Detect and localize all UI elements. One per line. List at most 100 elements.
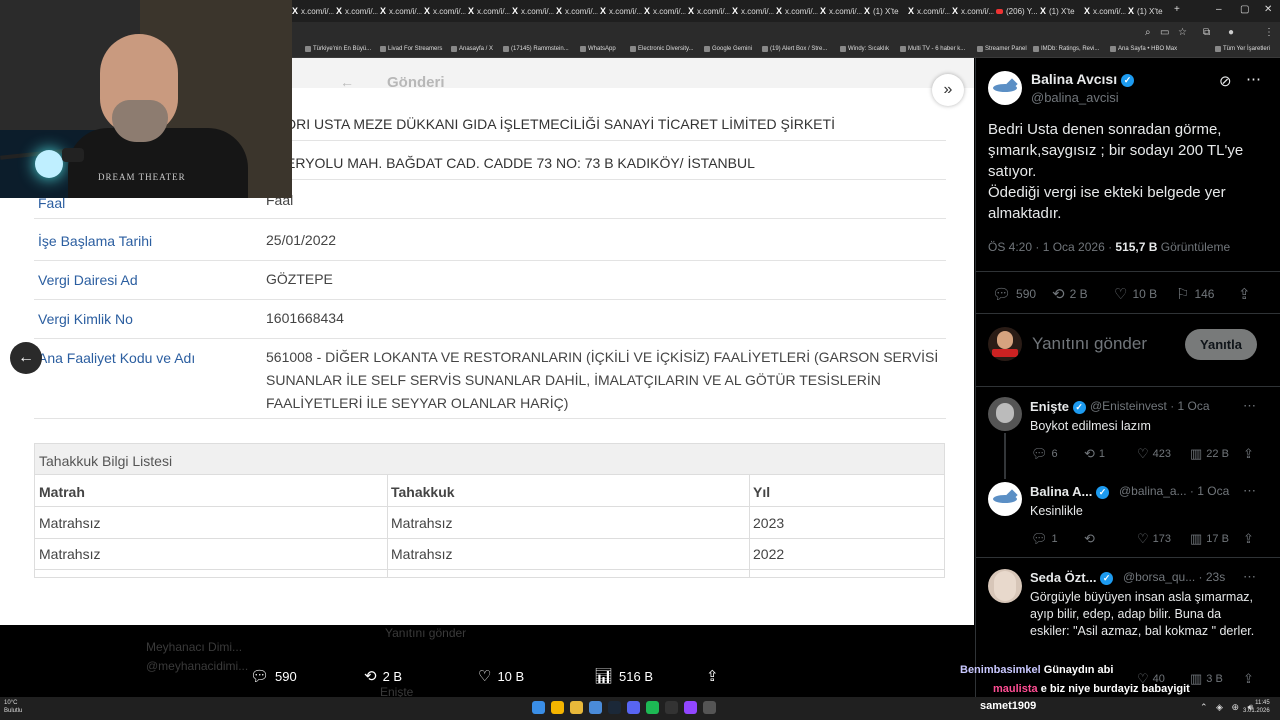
browser-tab[interactable]: X (1) X'te	[864, 4, 906, 18]
share-button[interactable]: ⇪	[1243, 671, 1254, 687]
reply-author[interactable]: Balina A... ✓	[1030, 484, 1109, 500]
reply-handle[interactable]: @Enisteinvest · 1 Oca	[1090, 399, 1210, 413]
discord-icon[interactable]	[627, 701, 640, 714]
browser-tab[interactable]: Xx.com/i/...	[952, 4, 994, 18]
like-button[interactable]: ♡ 10 B	[478, 667, 524, 685]
avatar[interactable]	[988, 397, 1022, 431]
chrome-icon[interactable]	[551, 701, 564, 714]
expand-panel-button[interactable]: »	[932, 74, 964, 106]
bookmark-button[interactable]: ⚐ 146	[1176, 285, 1214, 303]
browser-tab[interactable]: Xx.com/i/...	[424, 4, 466, 18]
menu-icon[interactable]: ⋮	[1264, 27, 1274, 38]
minimize-icon[interactable]: –	[1216, 4, 1222, 15]
author-handle[interactable]: @balina_avcisi	[1031, 90, 1119, 105]
reply-handle[interactable]: @balina_a... · 1 Oca	[1119, 484, 1229, 498]
reply-author[interactable]: Seda Özt... ✓	[1030, 570, 1114, 586]
obs-icon[interactable]	[703, 701, 716, 714]
repost-button[interactable]: ⟲ 2 B	[364, 667, 402, 685]
browser-tab[interactable]: Xx.com/i/...	[1084, 4, 1126, 18]
share-button[interactable]: ⇪	[706, 667, 719, 685]
share-button[interactable]: ⇪	[1243, 446, 1254, 462]
reply-button[interactable]: 💬︎ 590	[992, 285, 1036, 303]
like-button[interactable]: ♡ 10 B	[1114, 285, 1157, 303]
weather-widget[interactable]: 10°C Bulutlu	[4, 699, 22, 715]
repost-button[interactable]: ⟲ 1	[1084, 446, 1105, 462]
post-time[interactable]: ÖS 4:20 · 1 Oca 2026 ·	[988, 240, 1115, 254]
new-tab-icon[interactable]: +	[1174, 4, 1180, 15]
repost-button[interactable]: ⟲	[1084, 531, 1099, 547]
cast-icon[interactable]: ▭	[1160, 27, 1169, 38]
reply-handle[interactable]: @borsa_qu... · 23s	[1123, 570, 1225, 584]
close-icon[interactable]: ✕	[1264, 4, 1272, 15]
reply-button[interactable]: 💬︎ 590	[250, 667, 297, 685]
bookmark[interactable]: Anasayfa / X	[451, 46, 493, 52]
bookmark[interactable]: Google Gemini	[704, 46, 752, 52]
twitch-icon[interactable]	[684, 701, 697, 714]
clock[interactable]: 11:45 3.01.2026	[1243, 699, 1270, 715]
browser-tab[interactable]: Xx.com/i/...	[776, 4, 818, 18]
reply-button[interactable]: 💬︎ 6	[1031, 446, 1058, 462]
browser-tab[interactable]: Xx.com/i/...	[908, 4, 950, 18]
more-options-icon[interactable]: ⋯	[1243, 569, 1256, 585]
bookmark-star-icon[interactable]: ☆	[1178, 27, 1187, 38]
browser-tab[interactable]: Xx.com/i/...	[688, 4, 730, 18]
share-button[interactable]: ⇪	[1243, 531, 1254, 547]
back-arrow-icon[interactable]: ←	[340, 74, 354, 90]
browser-tab[interactable]: Xx.com/i/...	[732, 4, 774, 18]
bookmark[interactable]: Streamer Panel	[977, 46, 1027, 52]
bookmark[interactable]: Windy: Sıcaklık	[840, 46, 889, 52]
repost-button[interactable]: ⟲ 2 B	[1052, 285, 1088, 303]
reply-author[interactable]: Enişte ✓	[1030, 399, 1086, 415]
more-options-icon[interactable]: ⋯	[1246, 70, 1261, 88]
views-button[interactable]: 📊︎ 516 B	[594, 667, 653, 685]
browser-tab[interactable]: Xx.com/i/...	[380, 4, 422, 18]
browser-tab[interactable]: Xx.com/i/...	[292, 4, 334, 18]
avatar[interactable]	[988, 569, 1022, 603]
maximize-icon[interactable]: ▢	[1240, 4, 1249, 15]
zoom-icon[interactable]: ⌕	[1145, 27, 1151, 38]
steam-icon[interactable]	[608, 701, 621, 714]
bookmark[interactable]: Ana Sayfa • HBO Max	[1110, 46, 1177, 52]
grok-icon[interactable]: ⊘	[1219, 72, 1232, 90]
browser-tab[interactable]: X (1) X'te	[1128, 4, 1170, 18]
bookmark[interactable]: Electronic Diversity...	[630, 46, 694, 52]
like-button[interactable]: ♡ 423	[1137, 446, 1171, 462]
browser-tab[interactable]: Xx.com/i/...	[336, 4, 378, 18]
epic-games-icon[interactable]	[665, 701, 678, 714]
bookmark[interactable]: Multi TV - 6 haber k...	[900, 46, 965, 52]
browser-tab[interactable]: Xx.com/i/...	[512, 4, 554, 18]
browser-tab[interactable]: Xx.com/i/...	[820, 4, 862, 18]
folder-icon[interactable]	[570, 701, 583, 714]
views-button[interactable]: ▥ 3 B	[1190, 671, 1223, 687]
reply-submit-button[interactable]: Yanıtla	[1185, 329, 1257, 360]
start-icon[interactable]	[532, 701, 545, 714]
bookmark[interactable]: (19) Alert Box / Stre...	[762, 46, 827, 52]
app-icon[interactable]	[589, 701, 602, 714]
avatar[interactable]	[988, 327, 1022, 361]
previous-image-button[interactable]: ←	[10, 342, 42, 374]
author-name[interactable]: Balina Avcısı ✓	[1031, 71, 1135, 87]
avatar[interactable]	[988, 71, 1022, 105]
extensions-icon[interactable]: ⧉	[1203, 27, 1210, 38]
browser-tab[interactable]: Xx.com/i/...	[600, 4, 642, 18]
browser-tab[interactable]: X (1) X'te	[1040, 4, 1082, 18]
spotify-icon[interactable]	[646, 701, 659, 714]
views-button[interactable]: ▥ 22 B	[1190, 446, 1229, 462]
more-options-icon[interactable]: ⋯	[1243, 398, 1256, 414]
avatar[interactable]	[988, 482, 1022, 516]
bookmark[interactable]: Tüm Yer İşaretleri	[1215, 46, 1270, 52]
browser-tab[interactable]: Xx.com/i/...	[556, 4, 598, 18]
browser-tab[interactable]: (206) Y...	[996, 4, 1038, 18]
bookmark[interactable]: Livad For Streamers	[380, 46, 442, 52]
share-button[interactable]: ⇪	[1238, 285, 1251, 303]
bookmark[interactable]: WhatsApp	[580, 46, 616, 52]
profile-icon[interactable]: ●	[1228, 27, 1234, 38]
bookmark[interactable]: Türkiye'nin En Büyü...	[305, 46, 371, 52]
bookmark[interactable]: (17145) Rammstein...	[503, 46, 569, 52]
browser-tab[interactable]: Xx.com/i/...	[644, 4, 686, 18]
reply-input[interactable]: Yanıtını gönder	[1032, 334, 1147, 354]
more-options-icon[interactable]: ⋯	[1243, 483, 1256, 499]
browser-tab[interactable]: Xx.com/i/...	[468, 4, 510, 18]
like-button[interactable]: ♡ 173	[1137, 531, 1171, 547]
reply-button[interactable]: 💬︎ 1	[1031, 531, 1058, 547]
